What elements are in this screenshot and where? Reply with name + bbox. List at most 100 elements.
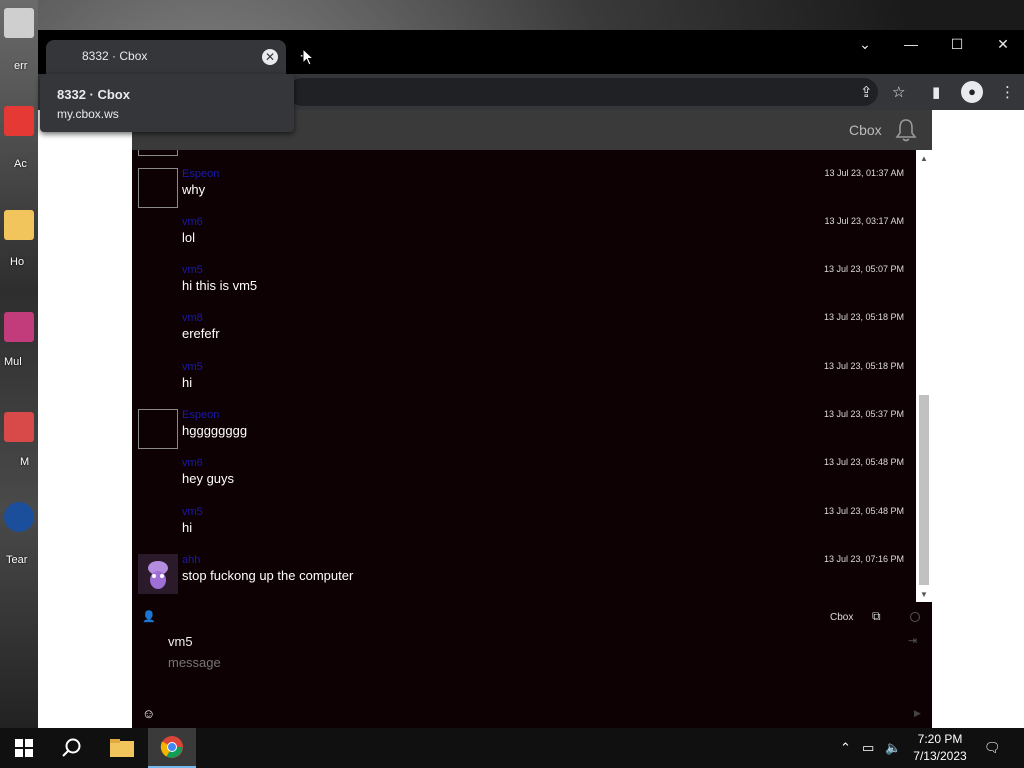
maximize-button[interactable]: ☐ <box>942 36 972 53</box>
message-author[interactable]: vm8 <box>182 312 203 324</box>
emoji-icon[interactable]: ☺ <box>142 706 155 721</box>
desktop-label: M <box>20 456 30 468</box>
system-clock[interactable]: 7:20 PM 7/13/2023 <box>905 731 975 765</box>
desktop-label: Ac <box>14 158 27 170</box>
profile-icon[interactable]: ● <box>961 81 983 103</box>
desktop-label: Mul <box>4 356 22 368</box>
clock-date: 7/13/2023 <box>913 749 967 763</box>
start-button[interactable] <box>0 728 48 768</box>
message-author[interactable]: Espeon <box>182 409 219 421</box>
chat-input-area: 👤 Cbox ⧉ vm5 ⇥ ☺ ▶ <box>132 602 932 728</box>
menu-icon[interactable]: ⋮ <box>1000 83 1015 101</box>
message-author[interactable]: vm6 <box>182 457 203 469</box>
scroll-up-icon[interactable]: ▲ <box>920 154 928 163</box>
list-item: Espeon hgggggggg 13 Jul 23, 05:37 PM <box>132 409 916 457</box>
user-icon[interactable]: 👤 <box>142 610 156 623</box>
desktop-label: Tear <box>6 554 28 566</box>
message-timestamp: 13 Jul 23, 03:17 AM <box>824 216 904 226</box>
folder-icon[interactable] <box>4 210 34 240</box>
tab-search-icon[interactable]: ⌄ <box>850 36 880 53</box>
message-timestamp: 13 Jul 23, 01:37 AM <box>824 168 904 178</box>
message-text: stop fuckong up the computer <box>182 568 354 583</box>
message-text: hey guys <box>182 471 235 486</box>
notification-icon[interactable]: 🗨 <box>984 740 1001 756</box>
avatar <box>138 409 178 449</box>
login-icon[interactable]: ⇥ <box>908 634 917 647</box>
username-field[interactable]: vm5 <box>168 634 193 649</box>
close-window-button[interactable]: ✕ <box>988 36 1018 53</box>
message-author[interactable]: vm5 <box>182 264 203 276</box>
list-item: vm5 hi 13 Jul 23, 05:18 PM <box>132 361 916 409</box>
minimize-button[interactable]: — <box>896 36 926 52</box>
desktop-icons-strip: err Ac Ho Mul M Tear <box>0 0 38 728</box>
app-icon[interactable] <box>4 106 34 136</box>
avatar <box>138 554 178 594</box>
message-timestamp: 13 Jul 23, 05:48 PM <box>823 506 904 516</box>
network-icon[interactable]: ▭ <box>862 740 874 756</box>
status-indicator-icon <box>910 612 920 622</box>
scrollbar-thumb[interactable] <box>919 395 929 585</box>
volume-muted-icon[interactable]: 🔈 <box>885 740 901 756</box>
side-panel-icon[interactable]: ▮ <box>932 83 940 101</box>
clock-time: 7:20 PM <box>917 732 963 746</box>
chrome-taskbar-button[interactable] <box>148 728 196 768</box>
windows-logo-icon <box>15 739 33 757</box>
send-arrow-icon[interactable]: ▶ <box>914 708 921 719</box>
message-author[interactable]: vm5 <box>182 506 203 518</box>
popout-icon[interactable]: ⧉ <box>872 609 881 624</box>
message-author[interactable]: vm6 <box>182 216 203 228</box>
list-item: ahh stop fuckong up the computer 13 Jul … <box>132 554 916 602</box>
mouse-cursor-icon <box>302 48 314 66</box>
bookmark-star-icon[interactable]: ☆ <box>892 83 905 101</box>
scroll-down-icon[interactable]: ▼ <box>920 590 928 599</box>
message-input[interactable] <box>168 655 868 670</box>
desktop-label: Ho <box>10 256 25 268</box>
message-timestamp: 13 Jul 23, 05:37 PM <box>823 409 904 419</box>
avatar <box>138 168 178 208</box>
recycle-bin-icon[interactable] <box>4 8 34 38</box>
message-text: hi <box>182 375 193 390</box>
search-button[interactable] <box>48 728 96 768</box>
list-item: vm5 hi this is vm5 13 Jul 23, 05:07 PM <box>132 264 916 312</box>
list-item: vm6 hey guys 13 Jul 23, 05:48 PM <box>132 457 916 505</box>
chat-box: Espeon why 13 Jul 23, 01:37 AM vm6 lol 1… <box>132 150 932 728</box>
close-tab-icon[interactable]: ✕ <box>262 49 278 65</box>
list-item: vm5 hi 13 Jul 23, 05:48 PM <box>132 506 916 554</box>
address-bar[interactable] <box>288 78 878 106</box>
list-item: Espeon why 13 Jul 23, 01:37 AM <box>132 168 916 216</box>
message-text: lol <box>182 230 196 245</box>
teamviewer-icon[interactable] <box>4 502 34 532</box>
bell-icon[interactable] <box>895 118 917 142</box>
chevron-up-icon[interactable]: ⌃ <box>840 740 851 756</box>
cbox-brand-link[interactable]: Cbox <box>849 122 882 138</box>
taskbar: ⌃ ▭ 🔈 7:20 PM 7/13/2023 🗨 <box>0 728 1024 768</box>
desktop-label: err <box>14 60 28 72</box>
message-text: hi <box>182 520 193 535</box>
folder-icon <box>110 739 134 757</box>
user-avatar-image <box>138 554 178 594</box>
app-icon[interactable] <box>4 312 34 342</box>
tab-title: 8332 · Cbox <box>82 49 148 63</box>
message-timestamp: 13 Jul 23, 07:16 PM <box>823 554 904 564</box>
chrome-icon <box>160 736 183 758</box>
message-timestamp: 13 Jul 23, 05:18 PM <box>823 312 904 322</box>
message-author[interactable]: vm5 <box>182 361 203 373</box>
message-timestamp: 13 Jul 23, 05:18 PM <box>823 361 904 371</box>
list-item: vm8 erefefr 13 Jul 23, 05:18 PM <box>132 312 916 360</box>
share-icon[interactable]: ⇪ <box>860 83 873 101</box>
app-icon[interactable] <box>4 412 34 442</box>
message-author[interactable]: Espeon <box>182 168 219 180</box>
file-explorer-button[interactable] <box>98 728 146 768</box>
message-timestamp: 13 Jul 23, 05:48 PM <box>823 457 904 467</box>
cbox-link[interactable]: Cbox <box>830 612 853 623</box>
message-author[interactable]: ahh <box>182 554 200 566</box>
web-page: 8332 Cbox Espeon why 13 Jul 23, 01:37 AM… <box>38 110 1024 728</box>
scrollbar[interactable]: ▲ ▼ <box>916 150 932 602</box>
message-text: why <box>182 182 206 197</box>
tab-hover-card: 8332 · Cbox my.cbox.ws <box>40 74 294 132</box>
message-list[interactable]: Espeon why 13 Jul 23, 01:37 AM vm6 lol 1… <box>132 150 916 602</box>
message-text: erefefr <box>182 326 220 341</box>
list-item: vm6 lol 13 Jul 23, 03:17 AM <box>132 216 916 264</box>
message-text: hi this is vm5 <box>182 278 258 293</box>
browser-tab[interactable]: 8332 · Cbox ✕ <box>46 40 286 74</box>
